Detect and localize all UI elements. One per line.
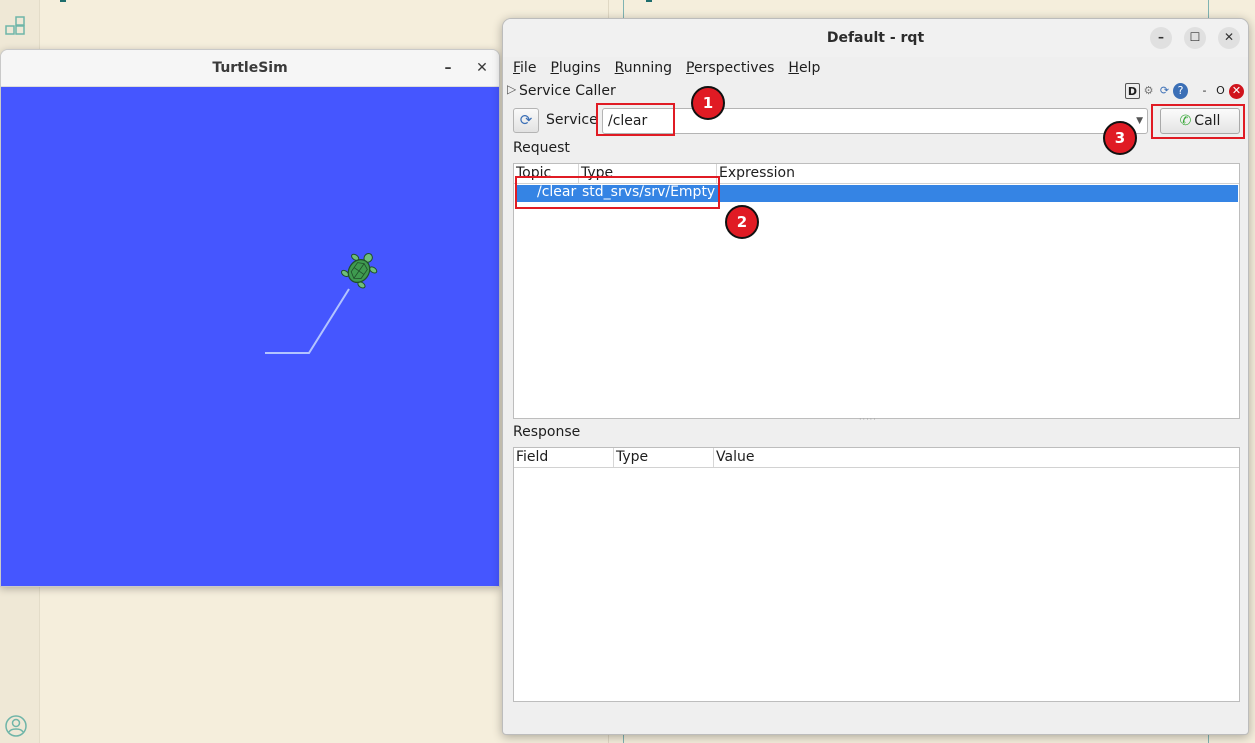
bg-cursor-mark (60, 0, 66, 2)
refresh-services-button[interactable]: ⟳ (513, 108, 539, 133)
menu-perspectives[interactable]: Perspectives (686, 60, 774, 76)
close-plugin-icon[interactable]: ✕ (1229, 83, 1244, 99)
close-button[interactable]: ✕ (1218, 27, 1240, 49)
plugin-title: Service Caller (519, 83, 616, 99)
minimize-button[interactable]: – (1150, 27, 1172, 49)
request-label: Request (513, 140, 570, 156)
menu-plugins[interactable]: Plugins (550, 60, 600, 76)
settings-gear-icon[interactable]: ⚙ (1141, 83, 1156, 99)
service-label: Service (546, 112, 598, 128)
highlight-request-row (515, 176, 720, 209)
menu-help[interactable]: Help (788, 60, 820, 76)
menu-file[interactable]: File (513, 60, 536, 76)
help-icon[interactable]: ? (1173, 83, 1188, 99)
plugin-header: ▷ Service Caller D ⚙ ⟳ ? - O ✕ (503, 81, 1248, 103)
column-value[interactable]: Value (716, 449, 754, 465)
expand-icon[interactable]: ▷ (507, 82, 516, 96)
highlight-service-field (596, 103, 675, 136)
menu-running[interactable]: Running (615, 60, 672, 76)
close-button[interactable]: ✕ (472, 59, 492, 79)
rqt-titlebar[interactable]: Default - rqt – ☐ ✕ (503, 19, 1248, 57)
splitter-handle[interactable]: ····· (859, 415, 877, 424)
response-header: Field Type Value (514, 448, 1239, 468)
plugin-toolbar: D ⚙ ⟳ ? - O ✕ (1125, 83, 1244, 99)
bg-cursor-mark (646, 0, 652, 2)
dock-d-icon[interactable]: D (1125, 83, 1140, 99)
column-type[interactable]: Type (616, 449, 648, 465)
turtlesim-titlebar[interactable]: TurtleSim – ✕ (1, 50, 499, 87)
minimize-button[interactable]: – (438, 59, 458, 79)
dropdown-arrow-icon[interactable]: ▼ (1136, 109, 1143, 133)
turtlesim-canvas (1, 87, 499, 586)
response-tree[interactable]: Field Type Value (513, 447, 1240, 702)
user-account-icon[interactable] (4, 714, 28, 738)
menu-bar: File Plugins Running Perspectives Help (503, 57, 1248, 79)
highlight-call-button (1151, 104, 1245, 139)
response-label: Response (513, 424, 581, 440)
float-plugin-button[interactable]: O (1213, 83, 1228, 99)
column-expression[interactable]: Expression (719, 165, 795, 181)
maximize-button[interactable]: ☐ (1184, 27, 1206, 49)
step-badge-1: 1 (691, 86, 725, 120)
window-title: Default - rqt (826, 30, 925, 46)
window-title: TurtleSim (212, 60, 288, 76)
turtle-trail (265, 288, 350, 354)
minimize-plugin-button[interactable]: - (1197, 83, 1212, 99)
apps-grid-icon[interactable] (4, 16, 28, 40)
turtle-icon (337, 249, 381, 293)
turtlesim-window: TurtleSim – ✕ (0, 49, 500, 587)
step-badge-2: 2 (725, 205, 759, 239)
reload-icon[interactable]: ⟳ (1157, 83, 1172, 99)
service-combobox[interactable]: /clear ▼ (602, 108, 1148, 134)
step-badge-3: 3 (1103, 121, 1137, 155)
column-field[interactable]: Field (516, 449, 548, 465)
